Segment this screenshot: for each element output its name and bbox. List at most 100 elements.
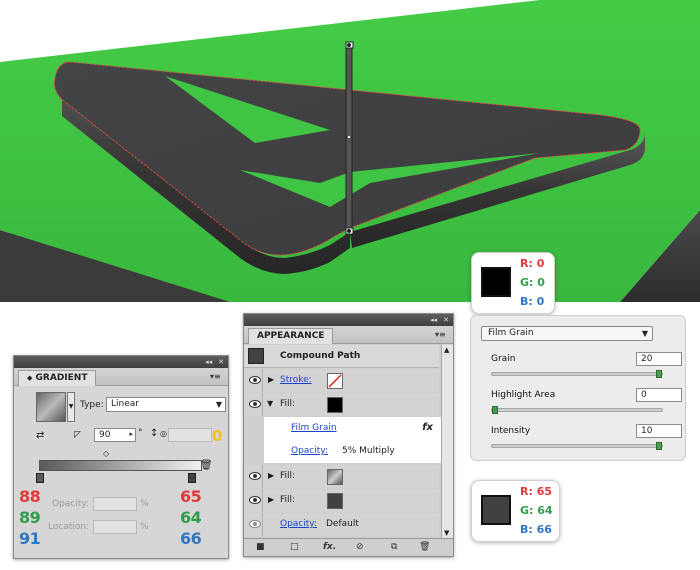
object-thumbnail (248, 348, 264, 364)
type-value: Linear (111, 399, 139, 409)
gradient-panel-topbar: ◂◂ ✕ (14, 356, 228, 368)
fill-row[interactable]: ▼ Fill: (244, 393, 439, 416)
fill-row-3[interactable]: ▶ Fill: (244, 489, 439, 512)
expand-icon[interactable]: ▶ (268, 375, 274, 384)
highlight-area-slider-thumb[interactable] (492, 406, 498, 414)
intensity-input[interactable]: 10 (636, 424, 682, 438)
duplicate-item-icon[interactable]: ⧉ (391, 542, 397, 552)
effect-select-value: Film Grain (488, 328, 534, 338)
fill-opacity-link[interactable]: Opacity: (291, 446, 328, 456)
collapse-icon[interactable]: ◂◂ (205, 358, 212, 366)
object-opacity-value: Default (326, 519, 359, 529)
highlight-area-value: 0 (641, 390, 647, 400)
grain-input[interactable]: 20 (636, 352, 682, 366)
aspect-value: 0 (212, 427, 222, 445)
grain-value: 20 (641, 354, 653, 364)
delete-item-icon[interactable]: 🗑 (419, 542, 430, 552)
angle-input[interactable]: 90 ▸ (94, 428, 136, 442)
collapse-icon[interactable]: ◂◂ (430, 316, 437, 324)
midpoint-diamond-icon[interactable]: ◇ (103, 449, 109, 458)
panel-menu-icon[interactable]: ▾≡ (210, 372, 222, 382)
fill-swatch-dark[interactable] (327, 493, 343, 509)
intensity-slider[interactable] (491, 442, 663, 450)
grain-slider-thumb[interactable] (656, 370, 662, 378)
grain-slider[interactable] (491, 370, 663, 378)
add-new-stroke-icon[interactable]: ■ (256, 542, 265, 552)
visibility-toggle[interactable] (247, 465, 263, 488)
grain-label: Grain (491, 354, 516, 364)
object-row: Compound Path (244, 345, 439, 368)
black-g: G: 0 (520, 276, 545, 289)
intensity-slider-thumb[interactable] (656, 442, 662, 450)
right-stop-b: 66 (180, 529, 202, 548)
gradient-panel: ◂◂ ✕ ◆ GRADIENT ▾≡ ▼ Type: Linear ▼ ⇄ ◸ … (13, 355, 229, 559)
left-stop-g: 89 (19, 508, 41, 527)
tab-toggle-icon: ◆ (27, 374, 33, 382)
color-callout-dark: R: 65 G: 64 B: 66 (471, 480, 560, 542)
aspect-lock-icon: ◎ (160, 429, 167, 438)
dark-g: G: 64 (520, 504, 553, 517)
close-icon[interactable]: ✕ (443, 316, 449, 324)
angle-stepper-icon[interactable]: ▸ (129, 430, 133, 438)
collapse-triangle-icon[interactable]: ▼ (267, 399, 273, 408)
gradient-stop-right[interactable] (188, 473, 196, 483)
location-label: Location: (48, 522, 90, 532)
panel-menu-icon[interactable]: ▾≡ (435, 330, 447, 340)
clear-appearance-icon[interactable]: ⊘ (356, 542, 364, 552)
visibility-toggle[interactable] (247, 369, 263, 392)
gradient-slider[interactable] (39, 460, 202, 471)
close-icon[interactable]: ✕ (218, 358, 224, 366)
effect-select[interactable]: Film Grain ▼ (481, 326, 653, 341)
object-opacity-link[interactable]: Opacity: (280, 519, 317, 529)
film-grain-panel: Film Grain ▼ Grain 20 Highlight Area 0 I… (470, 315, 686, 461)
dark-swatch (481, 495, 511, 525)
highlight-area-slider[interactable] (491, 406, 663, 414)
scrollbar[interactable]: ▲ ▼ (441, 345, 453, 538)
appearance-panel-title: APPEARANCE (257, 331, 325, 341)
object-opacity-row[interactable]: Opacity: Default (244, 513, 439, 536)
gradient-swatch-dropdown[interactable]: ▼ (67, 392, 75, 422)
expand-icon[interactable]: ▶ (268, 471, 274, 480)
fx-icon[interactable]: fx (422, 422, 433, 433)
stroke-row[interactable]: ▶ Stroke: (244, 369, 439, 392)
visibility-toggle[interactable] (247, 513, 263, 536)
stroke-link[interactable]: Stroke: (280, 375, 312, 385)
right-stop-r: 65 (180, 487, 202, 506)
reverse-gradient-icon[interactable]: ⇄ (36, 430, 44, 441)
fill-label: Fill: (280, 399, 296, 409)
scroll-up-icon[interactable]: ▲ (444, 346, 449, 354)
artwork-illustration (0, 0, 700, 302)
fill-swatch-black[interactable] (327, 397, 343, 413)
appearance-panel-tabs: APPEARANCE ▾≡ (244, 326, 453, 344)
fill-row-2[interactable]: ▶ Fill: (244, 465, 439, 488)
visibility-toggle[interactable] (247, 489, 263, 512)
add-new-fill-icon[interactable]: □ (290, 542, 299, 552)
type-select[interactable]: Linear ▼ (106, 397, 226, 412)
gradient-stop-left[interactable] (36, 473, 44, 483)
fill-2-label: Fill: (280, 471, 296, 481)
opacity-input (93, 497, 137, 511)
tab-gradient[interactable]: ◆ GRADIENT (18, 370, 97, 386)
visibility-toggle[interactable] (247, 393, 263, 416)
gradient-swatch[interactable] (36, 392, 66, 422)
highlight-area-input[interactable]: 0 (636, 388, 682, 402)
intensity-value: 10 (641, 426, 653, 436)
film-grain-link[interactable]: Film Grain (291, 423, 337, 433)
expand-icon[interactable]: ▶ (268, 495, 274, 504)
appearance-list: Compound Path ▶ Stroke: ▼ Fill: Film Gra… (244, 345, 441, 538)
location-percent: % (140, 522, 149, 532)
fill-swatch-gradient[interactable] (327, 469, 343, 485)
gradient-panel-title: GRADIENT (35, 373, 88, 383)
aspect-input (168, 428, 212, 442)
aspect-ratio-icon: ↕ (150, 428, 159, 439)
opacity-label: Opacity: (52, 499, 89, 509)
stroke-none-swatch[interactable] (327, 373, 343, 389)
appearance-toolbar: ■ □ fx. ⊘ ⧉ 🗑 (244, 538, 453, 556)
eye-icon (249, 400, 261, 408)
left-stop-r: 88 (19, 487, 41, 506)
angle-value: 90 (99, 430, 111, 440)
tab-appearance[interactable]: APPEARANCE (248, 328, 334, 344)
scroll-down-icon[interactable]: ▼ (444, 529, 449, 537)
trash-icon[interactable]: 🗑 (200, 460, 213, 471)
add-effect-icon[interactable]: fx. (323, 542, 336, 552)
